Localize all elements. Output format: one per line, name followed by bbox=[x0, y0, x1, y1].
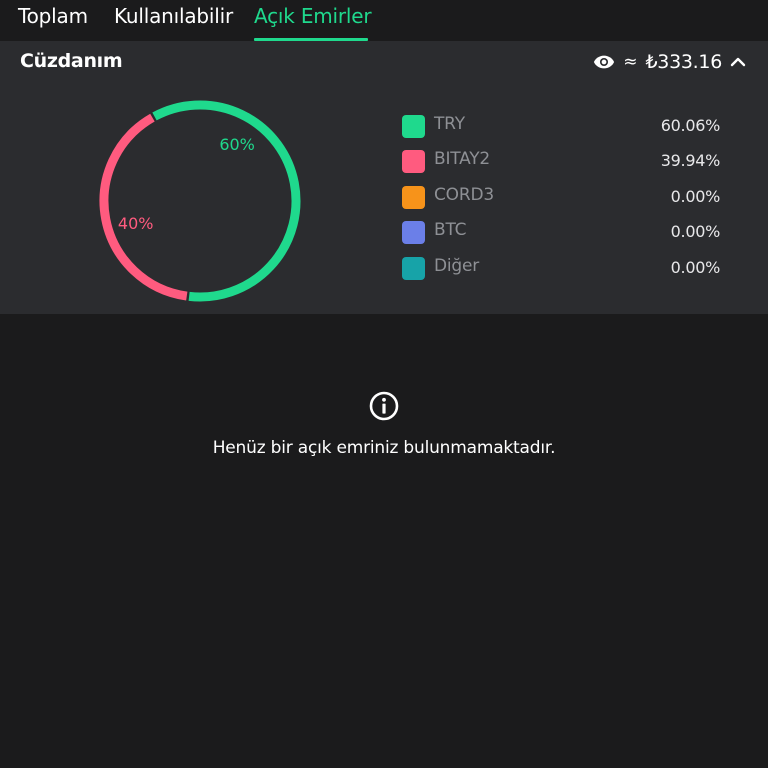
approx-symbol: ≈ bbox=[623, 52, 638, 72]
legend-percent: 0.00% bbox=[670, 257, 721, 277]
wallet-card: Cüzdanım ≈ ₺333.16 60% 40% TRY 60.06% BI… bbox=[0, 41, 768, 314]
donut-slice-bitay2 bbox=[99, 113, 188, 301]
legend: TRY 60.06% BITAY2 39.94% CORD3 0.00% BTC… bbox=[402, 114, 720, 291]
tab-kullanilabilir[interactable]: Kullanılabilir bbox=[114, 4, 233, 28]
wallet-title: Cüzdanım bbox=[20, 50, 123, 72]
legend-label: Diğer bbox=[434, 255, 480, 276]
legend-label: BTC bbox=[434, 220, 467, 241]
legend-percent: 0.00% bbox=[670, 186, 721, 206]
tab-bar: Toplam Kullanılabilir Açık Emirler bbox=[0, 0, 768, 41]
legend-percent: 39.94% bbox=[660, 151, 721, 171]
info-icon bbox=[369, 391, 399, 421]
legend-swatch bbox=[402, 185, 425, 209]
legend-item-diger[interactable]: Diğer 0.00% bbox=[402, 256, 720, 291]
balance-value: ₺333.16 bbox=[645, 51, 723, 73]
donut-slice-try bbox=[152, 100, 301, 302]
chevron-up-icon[interactable] bbox=[730, 56, 746, 68]
slice-label-try: 60% bbox=[219, 135, 255, 154]
slice-label-bitay2: 40% bbox=[118, 214, 154, 233]
legend-percent: 0.00% bbox=[670, 222, 721, 242]
empty-state-message: Henüz bir açık emriniz bulunmamaktadır. bbox=[212, 438, 556, 458]
legend-item-btc[interactable]: BTC 0.00% bbox=[402, 220, 720, 255]
legend-item-cord3[interactable]: CORD3 0.00% bbox=[402, 185, 720, 220]
legend-swatch bbox=[402, 115, 425, 138]
legend-item-bitay2[interactable]: BITAY2 39.94% bbox=[402, 149, 720, 184]
wallet-balance: ≈ ₺333.16 bbox=[593, 49, 746, 75]
legend-item-try[interactable]: TRY 60.06% bbox=[402, 114, 720, 149]
legend-label: BITAY2 bbox=[434, 149, 491, 170]
legend-label: CORD3 bbox=[434, 184, 494, 205]
legend-swatch bbox=[402, 256, 425, 280]
eye-icon[interactable] bbox=[593, 54, 615, 70]
tab-acik-emirler[interactable]: Açık Emirler bbox=[254, 4, 372, 28]
legend-label: TRY bbox=[434, 114, 465, 134]
legend-swatch bbox=[402, 221, 425, 245]
legend-swatch bbox=[402, 150, 425, 174]
empty-state: Henüz bir açık emriniz bulunmamaktadır. bbox=[0, 314, 768, 768]
legend-percent: 60.06% bbox=[660, 116, 721, 135]
tab-toplam[interactable]: Toplam bbox=[18, 4, 88, 28]
allocation-donut-chart: 60% 40% bbox=[99, 100, 301, 302]
